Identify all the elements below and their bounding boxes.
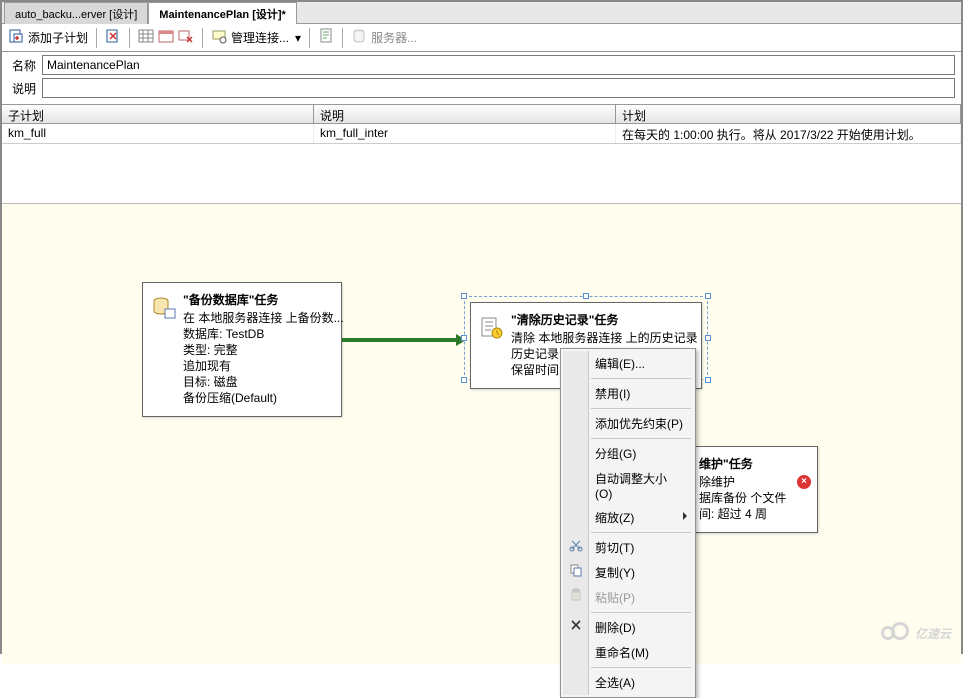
separator — [342, 28, 343, 48]
backup-db-icon — [151, 291, 177, 406]
calendar-icon[interactable] — [158, 28, 174, 47]
separator — [309, 28, 310, 48]
context-menu: 编辑(E)... 禁用(I) 添加优先约束(P) 分组(G) 自动调整大小(O)… — [560, 348, 696, 698]
ctx-sep — [591, 667, 691, 668]
ctx-autosize[interactable]: 自动调整大小(O) — [563, 466, 693, 505]
tab-autobackup[interactable]: auto_backu...erver [设计] — [4, 2, 148, 24]
cut-icon — [569, 538, 585, 554]
manage-conn-icon — [211, 28, 227, 47]
separator — [202, 28, 203, 48]
clear-history-icon — [479, 311, 505, 378]
desc-input[interactable] — [42, 78, 955, 98]
ctx-delete[interactable]: 删除(D) — [563, 615, 693, 640]
properties-area: 名称 说明 — [2, 52, 961, 104]
name-input[interactable] — [42, 55, 955, 75]
ctx-select-all[interactable]: 全选(A) — [563, 670, 693, 695]
separator — [129, 28, 130, 48]
ctx-edit[interactable]: 编辑(E)... — [563, 351, 693, 376]
report-icon[interactable] — [318, 28, 334, 47]
ctx-sep — [591, 408, 691, 409]
cell-subplan: km_full — [2, 124, 314, 143]
task-backup-text: "备份数据库"任务 在 本地服务器连接 上备份数... 数据库: TestDB … — [183, 291, 344, 406]
columns-icon[interactable] — [138, 28, 154, 47]
watermark: 亿速云 — [881, 622, 951, 644]
ctx-add-precedence[interactable]: 添加优先约束(P) — [563, 411, 693, 436]
design-canvas[interactable]: "备份数据库"任务 在 本地服务器连接 上备份数... 数据库: TestDB … — [2, 204, 961, 664]
watermark-logo-icon — [881, 622, 911, 644]
ctx-disable[interactable]: 禁用(I) — [563, 381, 693, 406]
subplan-grid-header: 子计划 说明 计划 — [2, 104, 961, 124]
error-badge-icon: × — [797, 475, 811, 489]
tab-strip: auto_backu...erver [设计] MaintenancePlan … — [2, 2, 961, 24]
task-backup-db[interactable]: "备份数据库"任务 在 本地服务器连接 上备份数... 数据库: TestDB … — [142, 282, 342, 417]
task-maint-text: 维护"任务 除维护 据库备份 个文件 间: 超过 4 周 — [699, 455, 786, 522]
col-schedule[interactable]: 计划 — [616, 105, 961, 123]
name-label: 名称 — [8, 57, 42, 74]
cell-desc: km_full_inter — [314, 124, 616, 143]
ctx-copy[interactable]: 复制(Y) — [563, 560, 693, 585]
cell-schedule: 在每天的 1:00:00 执行。将从 2017/3/22 开始使用计划。 — [616, 124, 961, 143]
schedule-delete-icon[interactable] — [178, 28, 194, 47]
servers-icon — [351, 28, 367, 47]
col-subplan[interactable]: 子计划 — [2, 105, 314, 123]
manage-conn-button[interactable]: 管理连接... — [231, 29, 289, 46]
toolbar: 添加子计划 管理连接... ▾ 服务器... — [2, 24, 961, 52]
spacer — [2, 144, 961, 204]
servers-button[interactable]: 服务器... — [371, 29, 417, 46]
ctx-sep — [591, 612, 691, 613]
add-subplan-button[interactable]: 添加子计划 — [28, 29, 88, 46]
tab-maintenanceplan[interactable]: MaintenancePlan [设计]* — [148, 2, 297, 24]
col-desc[interactable]: 说明 — [314, 105, 616, 123]
separator — [96, 28, 97, 48]
paste-icon — [569, 588, 585, 604]
ctx-sep — [591, 438, 691, 439]
ctx-sep — [591, 532, 691, 533]
ctx-paste: 粘贴(P) — [563, 585, 693, 610]
delete-subplan-icon[interactable] — [105, 28, 121, 47]
delete-icon — [569, 618, 585, 634]
copy-icon — [569, 563, 585, 579]
ctx-group[interactable]: 分组(G) — [563, 441, 693, 466]
ctx-cut[interactable]: 剪切(T) — [563, 535, 693, 560]
add-subplan-icon — [8, 28, 24, 47]
ctx-zoom[interactable]: 缩放(Z) — [563, 505, 693, 530]
dropdown-arrow-icon[interactable]: ▾ — [295, 31, 301, 45]
submenu-arrow-icon — [683, 512, 687, 520]
precedence-connector[interactable] — [342, 338, 460, 342]
subplan-grid-row[interactable]: km_full km_full_inter 在每天的 1:00:00 执行。将从… — [2, 124, 961, 144]
ctx-sep — [591, 378, 691, 379]
desc-label: 说明 — [8, 80, 42, 97]
ctx-rename[interactable]: 重命名(M) — [563, 640, 693, 665]
